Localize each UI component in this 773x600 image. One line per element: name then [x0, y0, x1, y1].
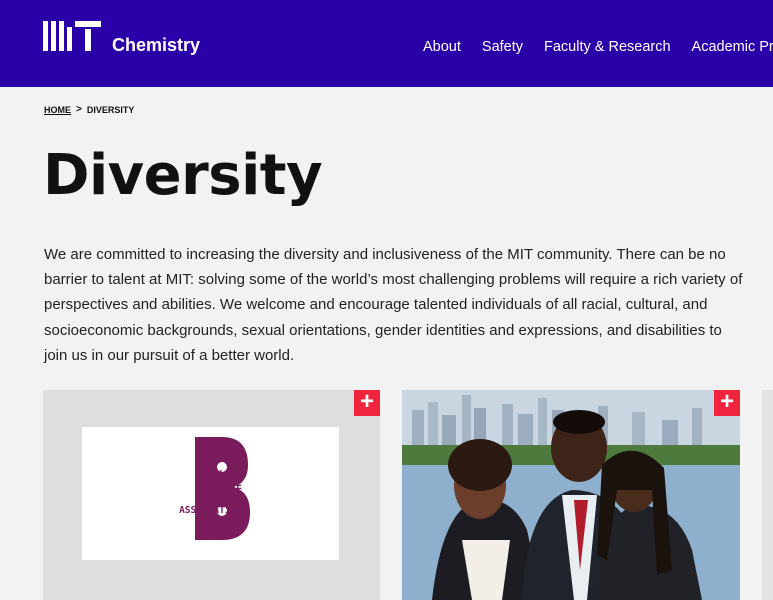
logo-bar — [75, 21, 101, 27]
bgsa-line: GRADUATE — [196, 481, 242, 492]
breadcrumb-home[interactable]: HOME — [44, 105, 71, 115]
site-header: Chemistry About Safety Faculty & Researc… — [0, 0, 773, 87]
mit-logo[interactable] — [43, 17, 101, 51]
intro-paragraph: We are committed to increasing the diver… — [44, 246, 743, 364]
logo-bar — [67, 27, 72, 51]
expand-button[interactable]: + — [714, 390, 740, 416]
bgsa-line: BLACK — [213, 469, 242, 480]
main-nav: About Safety Faculty & Research Academic… — [423, 39, 773, 55]
students-photo — [402, 390, 740, 600]
page-title: Diversity — [43, 143, 323, 208]
card-bgsa[interactable]: BLACK GRADUATE STUDENT ASSOCIATION + — [43, 390, 380, 600]
card-photo[interactable]: + — [402, 390, 740, 600]
bgsa-line: STUDENT — [201, 493, 242, 504]
nav-academic-programs[interactable]: Academic Pro — [692, 39, 773, 55]
logo-bar — [43, 21, 48, 51]
logo-bar — [85, 29, 91, 51]
nav-about[interactable]: About — [423, 39, 461, 55]
logo-bar — [59, 21, 64, 51]
logo-t — [75, 21, 101, 51]
logo-bar — [51, 21, 56, 51]
expand-button[interactable]: + — [354, 390, 380, 416]
site-name[interactable]: Chemistry — [112, 35, 200, 56]
nav-faculty-research[interactable]: Faculty & Research — [544, 39, 671, 55]
nav-safety[interactable]: Safety — [482, 39, 523, 55]
bgsa-line: ASSOCIATION — [179, 505, 242, 516]
breadcrumb-current: DIVERSITY — [86, 104, 135, 115]
bgsa-logo: BLACK GRADUATE STUDENT ASSOCIATION — [82, 427, 339, 560]
breadcrumb-separator: > — [76, 104, 82, 115]
breadcrumb: HOME > DIVERSITY — [44, 104, 134, 115]
card-next-partial[interactable] — [762, 390, 773, 600]
bgsa-wordmark: BLACK GRADUATE STUDENT ASSOCIATION — [152, 469, 242, 517]
